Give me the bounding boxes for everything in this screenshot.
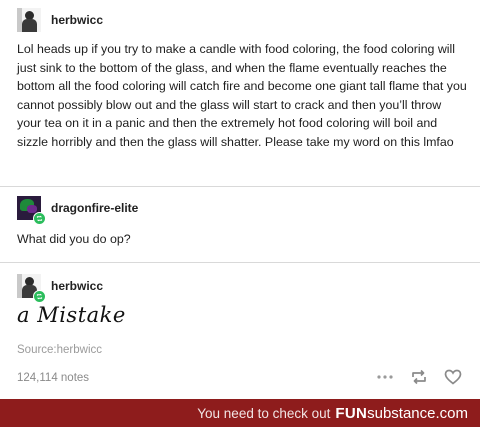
reblog-icon[interactable] [409, 368, 429, 386]
post-text: What did you do op? [17, 232, 131, 246]
reblog-badge-icon [33, 212, 46, 225]
divider [0, 186, 480, 187]
username[interactable]: herbwicc [51, 279, 103, 293]
banner-text: You need to check out [197, 405, 331, 421]
more-icon[interactable] [375, 368, 395, 386]
post-header: herbwicc [17, 8, 103, 32]
notes-count[interactable]: 124,114 notes [17, 372, 89, 384]
brand-logo-rest: substance.com [367, 404, 468, 422]
avatar[interactable] [17, 274, 46, 303]
post-header: herbwicc [17, 274, 103, 303]
source-link[interactable]: Source:herbwicc [17, 344, 102, 356]
promo-banner[interactable]: You need to check out FUN substance.com [0, 399, 480, 427]
post-header: dragonfire-elite [17, 196, 138, 225]
username[interactable]: dragonfire-elite [51, 201, 138, 215]
avatar[interactable] [17, 196, 46, 225]
post-actions [375, 368, 463, 386]
post-text: Lol heads up if you try to make a candle… [17, 42, 467, 149]
heart-icon[interactable] [443, 368, 463, 386]
avatar[interactable] [17, 8, 41, 32]
divider [0, 262, 480, 263]
reblog-badge-icon [33, 290, 46, 303]
username[interactable]: herbwicc [51, 13, 103, 27]
post-text: a Mistake [17, 303, 126, 327]
brand-logo-bold: FUN [335, 404, 368, 422]
